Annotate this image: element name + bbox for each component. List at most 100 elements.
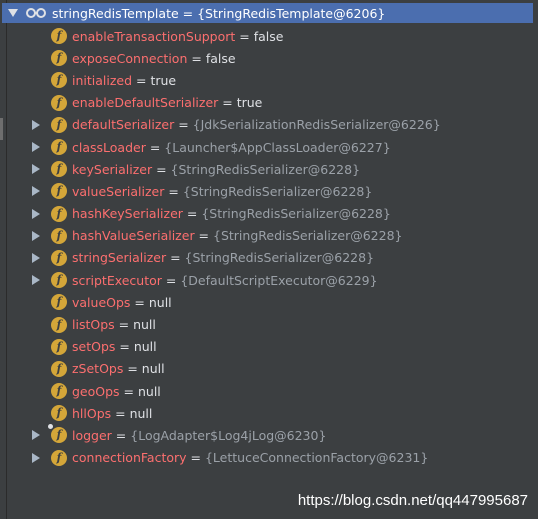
expand-arrow-icon[interactable] xyxy=(32,430,40,441)
field-equals: = xyxy=(152,161,171,177)
field-icon: f xyxy=(51,72,67,89)
field-label: scriptExecutor = {DefaultScriptExecutor@… xyxy=(72,273,378,288)
expand-arrow-icon[interactable] xyxy=(32,252,40,263)
field-name: connectionFactory xyxy=(72,450,187,466)
field-row-defaultSerializer[interactable]: f defaultSerializer = {JdkSerializationRe… xyxy=(0,114,538,136)
field-equals: = xyxy=(161,272,181,288)
field-name: defaultSerializer xyxy=(72,117,175,133)
field-label: listOps = null xyxy=(72,317,156,332)
field-equals: = xyxy=(111,427,131,443)
field-label: valueOps = null xyxy=(72,295,172,310)
field-icon: f xyxy=(51,249,67,266)
field-value: true xyxy=(236,95,263,111)
field-name: valueSerializer xyxy=(72,183,165,199)
field-icon: f xyxy=(51,227,67,244)
field-equals: = xyxy=(130,294,149,310)
field-equals: = xyxy=(182,206,202,222)
field-row-valueOps[interactable]: f valueOps = null xyxy=(0,291,538,313)
field-row-enableDefaultSerializer[interactable]: f enableDefaultSerializer = true xyxy=(0,92,538,114)
field-name: listOps xyxy=(72,317,115,333)
expanded-arrow-icon[interactable] xyxy=(8,9,18,17)
expand-arrow-icon[interactable] xyxy=(32,452,40,463)
field-value: null xyxy=(148,294,172,310)
root-variable-row[interactable]: stringRedisTemplate = {StringRedisTempla… xyxy=(2,3,533,23)
field-row-enableTransactionSupport[interactable]: f enableTransactionSupport = false xyxy=(0,25,538,47)
field-row-initialized[interactable]: f initialized = true xyxy=(0,69,538,91)
field-value: {Launcher$AppClassLoader@6227} xyxy=(164,139,391,155)
field-label: defaultSerializer = {JdkSerializationRed… xyxy=(72,117,441,132)
expand-arrow-icon[interactable] xyxy=(32,119,40,130)
field-icon: f xyxy=(51,28,67,45)
field-row-hashValueSerializer[interactable]: f hashValueSerializer = {StringRedisSeria… xyxy=(0,225,538,247)
field-row-classLoader[interactable]: f classLoader = {Launcher$AppClassLoader@… xyxy=(0,136,538,158)
field-value: false xyxy=(253,28,284,44)
field-row-valueSerializer[interactable]: f valueSerializer = {StringRedisSerialize… xyxy=(0,180,538,202)
variables-tree: f enableTransactionSupport = false f expose… xyxy=(0,25,538,469)
field-label: stringSerializer = {StringRedisSerialize… xyxy=(72,250,374,265)
field-row-stringSerializer[interactable]: f stringSerializer = {StringRedisSerializ… xyxy=(0,247,538,269)
field-label: geoOps = null xyxy=(72,384,161,399)
field-icon: f xyxy=(51,294,67,311)
field-equals: = xyxy=(194,228,213,244)
field-row-exposeConnection[interactable]: f exposeConnection = false xyxy=(0,47,538,69)
field-label: connectionFactory = {LettuceConnectionFa… xyxy=(72,450,428,465)
expand-arrow-icon[interactable] xyxy=(32,208,40,219)
field-value: true xyxy=(150,72,177,88)
field-value: {JdkSerializationRedisSerializer@6226} xyxy=(192,117,441,133)
field-label: exposeConnection = false xyxy=(72,51,236,66)
field-icon: f xyxy=(51,383,67,400)
field-value: null xyxy=(133,339,157,355)
field-label: hllOps = null xyxy=(72,406,152,421)
field-value: {StringRedisSerializer@6228} xyxy=(170,161,361,177)
field-row-setOps[interactable]: f setOps = null xyxy=(0,336,538,358)
field-row-hashKeySerializer[interactable]: f hashKeySerializer = {StringRedisSeriali… xyxy=(0,203,538,225)
field-equals: = xyxy=(174,117,193,133)
field-equals: = xyxy=(115,339,134,355)
field-name: exposeConnection xyxy=(72,50,188,66)
field-label: zSetOps = null xyxy=(72,361,165,376)
expand-arrow-icon[interactable] xyxy=(32,142,40,153)
field-value: {LettuceConnectionFactory@6231} xyxy=(204,450,429,466)
field-value: {StringRedisSerializer@6228} xyxy=(201,206,391,222)
field-name: scriptExecutor xyxy=(72,272,162,288)
field-row-zSetOps[interactable]: f zSetOps = null xyxy=(0,358,538,380)
field-icon: f xyxy=(51,405,67,422)
field-equals: = xyxy=(218,95,237,111)
field-row-geoOps[interactable]: f geoOps = null xyxy=(0,380,538,402)
field-equals: = xyxy=(166,250,185,266)
field-label: setOps = null xyxy=(72,339,157,354)
expand-arrow-icon[interactable] xyxy=(32,186,40,197)
field-icon: f xyxy=(51,161,67,178)
field-value: {StringRedisSerializer@6228} xyxy=(184,250,375,266)
watch-glasses-icon xyxy=(26,8,46,18)
field-name: valueOps xyxy=(72,294,131,310)
field-row-keySerializer[interactable]: f keySerializer = {StringRedisSerializer@… xyxy=(0,158,538,180)
field-icon: f xyxy=(48,424,67,444)
field-icon: f xyxy=(51,338,67,355)
field-equals: = xyxy=(111,405,130,421)
field-icon: f xyxy=(51,94,67,111)
field-name: geoOps xyxy=(72,383,120,399)
field-value: {StringRedisSerializer@6228} xyxy=(213,228,403,244)
field-name: stringSerializer xyxy=(72,250,167,266)
field-row-connectionFactory[interactable]: f connectionFactory = {LettuceConnectionF… xyxy=(0,447,538,469)
field-equals: = xyxy=(164,183,183,199)
field-equals: = xyxy=(145,139,165,155)
expand-arrow-icon[interactable] xyxy=(32,164,40,175)
field-name: initialized xyxy=(72,72,133,88)
field-row-listOps[interactable]: f listOps = null xyxy=(0,313,538,335)
field-equals: = xyxy=(119,383,138,399)
field-equals: = xyxy=(114,317,134,333)
field-label: hashValueSerializer = {StringRedisSerial… xyxy=(72,228,403,243)
field-equals: = xyxy=(123,361,142,377)
expand-arrow-icon[interactable] xyxy=(32,275,40,286)
field-icon: f xyxy=(51,50,67,67)
expand-arrow-icon[interactable] xyxy=(32,230,40,241)
field-label: logger = {LogAdapter$Log4jLog@6230} xyxy=(72,428,326,443)
field-icon: f xyxy=(51,316,67,333)
field-equals: = xyxy=(186,450,205,466)
field-row-scriptExecutor[interactable]: f scriptExecutor = {DefaultScriptExecutor… xyxy=(0,269,538,291)
field-row-logger[interactable]: f logger = {LogAdapter$Log4jLog@6230} xyxy=(0,424,538,446)
field-row-hllOps[interactable]: f hllOps = null xyxy=(0,402,538,424)
field-name: setOps xyxy=(72,339,116,355)
